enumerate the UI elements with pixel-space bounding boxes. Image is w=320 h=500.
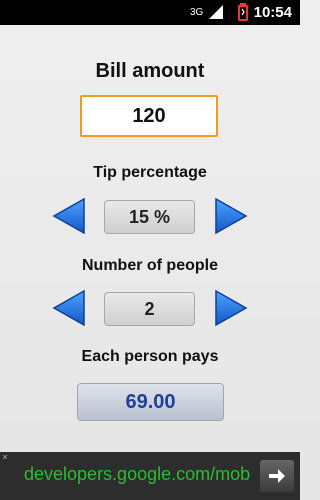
tip-percentage-label: Tip percentage (93, 164, 207, 181)
svg-text:3G: 3G (190, 7, 204, 18)
status-time: 10:54 (253, 4, 292, 21)
tip-increase-button[interactable] (214, 197, 248, 235)
bill-amount-label: Bill amount (95, 60, 205, 82)
bill-amount-input[interactable]: 120 (80, 95, 218, 137)
people-decrease-button[interactable] (52, 289, 86, 327)
number-of-people-value: 2 (104, 292, 195, 326)
people-increase-button[interactable] (214, 289, 248, 327)
each-person-pays-value: 69.00 (77, 383, 224, 421)
each-person-pays-label: Each person pays (81, 348, 219, 365)
number-of-people-label: Number of people (81, 257, 218, 274)
status-bar: 3G 10:54 (0, 0, 300, 25)
ad-link-text[interactable]: developers.google.com/mob (24, 464, 254, 485)
battery-icon (238, 3, 248, 21)
ad-banner[interactable]: × developers.google.com/mob (0, 452, 300, 500)
network-3g-icon: 3G (190, 7, 204, 18)
right-arrow-icon (269, 469, 285, 483)
ad-open-button[interactable] (260, 460, 294, 492)
ad-close-mark[interactable]: × (0, 452, 10, 462)
tip-decrease-button[interactable] (52, 197, 86, 235)
tip-percentage-value: 15 % (104, 200, 195, 234)
signal-icon (209, 5, 223, 19)
